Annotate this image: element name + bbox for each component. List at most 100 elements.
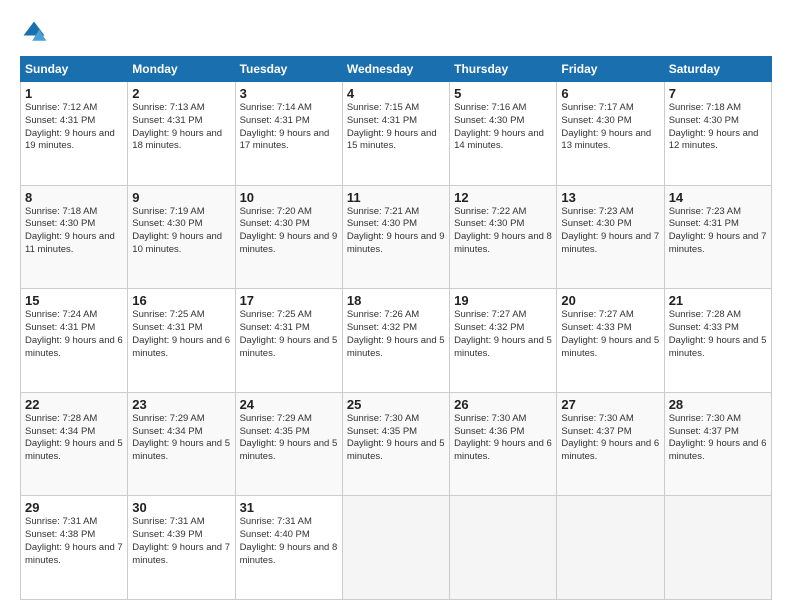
day-number: 23 <box>132 397 230 412</box>
page: SundayMondayTuesdayWednesdayThursdayFrid… <box>0 0 792 612</box>
calendar-weekday-monday: Monday <box>128 57 235 82</box>
day-info: Sunrise: 7:13 AMSunset: 4:31 PMDaylight:… <box>132 102 222 151</box>
calendar-cell: 21 Sunrise: 7:28 AMSunset: 4:33 PMDaylig… <box>664 289 771 393</box>
day-number: 31 <box>240 500 338 515</box>
day-info: Sunrise: 7:29 AMSunset: 4:34 PMDaylight:… <box>132 413 230 462</box>
day-number: 3 <box>240 86 338 101</box>
calendar-weekday-saturday: Saturday <box>664 57 771 82</box>
day-number: 10 <box>240 190 338 205</box>
calendar-cell: 10 Sunrise: 7:20 AMSunset: 4:30 PMDaylig… <box>235 185 342 289</box>
day-number: 7 <box>669 86 767 101</box>
day-number: 25 <box>347 397 445 412</box>
day-number: 30 <box>132 500 230 515</box>
day-number: 6 <box>561 86 659 101</box>
day-number: 12 <box>454 190 552 205</box>
logo-icon <box>20 18 48 46</box>
calendar-cell: 11 Sunrise: 7:21 AMSunset: 4:30 PMDaylig… <box>342 185 449 289</box>
day-info: Sunrise: 7:27 AMSunset: 4:32 PMDaylight:… <box>454 309 552 358</box>
day-number: 14 <box>669 190 767 205</box>
day-info: Sunrise: 7:31 AMSunset: 4:38 PMDaylight:… <box>25 516 123 565</box>
calendar-cell: 17 Sunrise: 7:25 AMSunset: 4:31 PMDaylig… <box>235 289 342 393</box>
day-number: 29 <box>25 500 123 515</box>
calendar-cell <box>664 496 771 600</box>
calendar-weekday-tuesday: Tuesday <box>235 57 342 82</box>
calendar-cell <box>557 496 664 600</box>
day-info: Sunrise: 7:30 AMSunset: 4:37 PMDaylight:… <box>669 413 767 462</box>
day-info: Sunrise: 7:30 AMSunset: 4:35 PMDaylight:… <box>347 413 445 462</box>
day-info: Sunrise: 7:12 AMSunset: 4:31 PMDaylight:… <box>25 102 115 151</box>
calendar-cell: 27 Sunrise: 7:30 AMSunset: 4:37 PMDaylig… <box>557 392 664 496</box>
calendar-cell: 28 Sunrise: 7:30 AMSunset: 4:37 PMDaylig… <box>664 392 771 496</box>
calendar-weekday-thursday: Thursday <box>450 57 557 82</box>
day-number: 2 <box>132 86 230 101</box>
day-number: 24 <box>240 397 338 412</box>
calendar-cell: 23 Sunrise: 7:29 AMSunset: 4:34 PMDaylig… <box>128 392 235 496</box>
day-info: Sunrise: 7:27 AMSunset: 4:33 PMDaylight:… <box>561 309 659 358</box>
day-info: Sunrise: 7:26 AMSunset: 4:32 PMDaylight:… <box>347 309 445 358</box>
calendar-cell: 7 Sunrise: 7:18 AMSunset: 4:30 PMDayligh… <box>664 82 771 186</box>
calendar-cell: 26 Sunrise: 7:30 AMSunset: 4:36 PMDaylig… <box>450 392 557 496</box>
day-info: Sunrise: 7:24 AMSunset: 4:31 PMDaylight:… <box>25 309 123 358</box>
day-number: 13 <box>561 190 659 205</box>
day-info: Sunrise: 7:16 AMSunset: 4:30 PMDaylight:… <box>454 102 544 151</box>
day-info: Sunrise: 7:30 AMSunset: 4:37 PMDaylight:… <box>561 413 659 462</box>
day-number: 9 <box>132 190 230 205</box>
calendar-cell: 4 Sunrise: 7:15 AMSunset: 4:31 PMDayligh… <box>342 82 449 186</box>
logo <box>20 16 52 46</box>
calendar-week-3: 15 Sunrise: 7:24 AMSunset: 4:31 PMDaylig… <box>21 289 772 393</box>
calendar-cell: 14 Sunrise: 7:23 AMSunset: 4:31 PMDaylig… <box>664 185 771 289</box>
day-number: 1 <box>25 86 123 101</box>
day-info: Sunrise: 7:20 AMSunset: 4:30 PMDaylight:… <box>240 206 338 255</box>
day-number: 19 <box>454 293 552 308</box>
day-info: Sunrise: 7:14 AMSunset: 4:31 PMDaylight:… <box>240 102 330 151</box>
calendar-week-2: 8 Sunrise: 7:18 AMSunset: 4:30 PMDayligh… <box>21 185 772 289</box>
day-info: Sunrise: 7:19 AMSunset: 4:30 PMDaylight:… <box>132 206 222 255</box>
calendar-weekday-friday: Friday <box>557 57 664 82</box>
day-number: 18 <box>347 293 445 308</box>
calendar-cell <box>450 496 557 600</box>
day-info: Sunrise: 7:31 AMSunset: 4:40 PMDaylight:… <box>240 516 338 565</box>
calendar-week-1: 1 Sunrise: 7:12 AMSunset: 4:31 PMDayligh… <box>21 82 772 186</box>
calendar-cell: 8 Sunrise: 7:18 AMSunset: 4:30 PMDayligh… <box>21 185 128 289</box>
day-info: Sunrise: 7:22 AMSunset: 4:30 PMDaylight:… <box>454 206 552 255</box>
calendar-cell: 9 Sunrise: 7:19 AMSunset: 4:30 PMDayligh… <box>128 185 235 289</box>
calendar-cell: 12 Sunrise: 7:22 AMSunset: 4:30 PMDaylig… <box>450 185 557 289</box>
day-info: Sunrise: 7:23 AMSunset: 4:31 PMDaylight:… <box>669 206 767 255</box>
day-info: Sunrise: 7:15 AMSunset: 4:31 PMDaylight:… <box>347 102 437 151</box>
calendar-cell: 20 Sunrise: 7:27 AMSunset: 4:33 PMDaylig… <box>557 289 664 393</box>
calendar-cell: 30 Sunrise: 7:31 AMSunset: 4:39 PMDaylig… <box>128 496 235 600</box>
calendar-cell: 5 Sunrise: 7:16 AMSunset: 4:30 PMDayligh… <box>450 82 557 186</box>
calendar-week-5: 29 Sunrise: 7:31 AMSunset: 4:38 PMDaylig… <box>21 496 772 600</box>
calendar-week-4: 22 Sunrise: 7:28 AMSunset: 4:34 PMDaylig… <box>21 392 772 496</box>
day-number: 5 <box>454 86 552 101</box>
day-info: Sunrise: 7:17 AMSunset: 4:30 PMDaylight:… <box>561 102 651 151</box>
day-number: 11 <box>347 190 445 205</box>
day-number: 20 <box>561 293 659 308</box>
day-info: Sunrise: 7:28 AMSunset: 4:33 PMDaylight:… <box>669 309 767 358</box>
calendar-weekday-wednesday: Wednesday <box>342 57 449 82</box>
day-info: Sunrise: 7:28 AMSunset: 4:34 PMDaylight:… <box>25 413 123 462</box>
day-number: 28 <box>669 397 767 412</box>
calendar-cell: 15 Sunrise: 7:24 AMSunset: 4:31 PMDaylig… <box>21 289 128 393</box>
calendar-header-row: SundayMondayTuesdayWednesdayThursdayFrid… <box>21 57 772 82</box>
day-info: Sunrise: 7:25 AMSunset: 4:31 PMDaylight:… <box>240 309 338 358</box>
header <box>20 16 772 46</box>
day-number: 15 <box>25 293 123 308</box>
day-info: Sunrise: 7:30 AMSunset: 4:36 PMDaylight:… <box>454 413 552 462</box>
calendar-cell: 3 Sunrise: 7:14 AMSunset: 4:31 PMDayligh… <box>235 82 342 186</box>
calendar-cell: 22 Sunrise: 7:28 AMSunset: 4:34 PMDaylig… <box>21 392 128 496</box>
calendar-table: SundayMondayTuesdayWednesdayThursdayFrid… <box>20 56 772 600</box>
calendar-cell: 16 Sunrise: 7:25 AMSunset: 4:31 PMDaylig… <box>128 289 235 393</box>
calendar-cell: 25 Sunrise: 7:30 AMSunset: 4:35 PMDaylig… <box>342 392 449 496</box>
day-number: 17 <box>240 293 338 308</box>
day-number: 21 <box>669 293 767 308</box>
day-number: 27 <box>561 397 659 412</box>
day-info: Sunrise: 7:23 AMSunset: 4:30 PMDaylight:… <box>561 206 659 255</box>
day-info: Sunrise: 7:18 AMSunset: 4:30 PMDaylight:… <box>25 206 115 255</box>
day-info: Sunrise: 7:18 AMSunset: 4:30 PMDaylight:… <box>669 102 759 151</box>
day-info: Sunrise: 7:29 AMSunset: 4:35 PMDaylight:… <box>240 413 338 462</box>
day-info: Sunrise: 7:31 AMSunset: 4:39 PMDaylight:… <box>132 516 230 565</box>
calendar-cell: 18 Sunrise: 7:26 AMSunset: 4:32 PMDaylig… <box>342 289 449 393</box>
calendar-cell: 24 Sunrise: 7:29 AMSunset: 4:35 PMDaylig… <box>235 392 342 496</box>
calendar-cell: 13 Sunrise: 7:23 AMSunset: 4:30 PMDaylig… <box>557 185 664 289</box>
